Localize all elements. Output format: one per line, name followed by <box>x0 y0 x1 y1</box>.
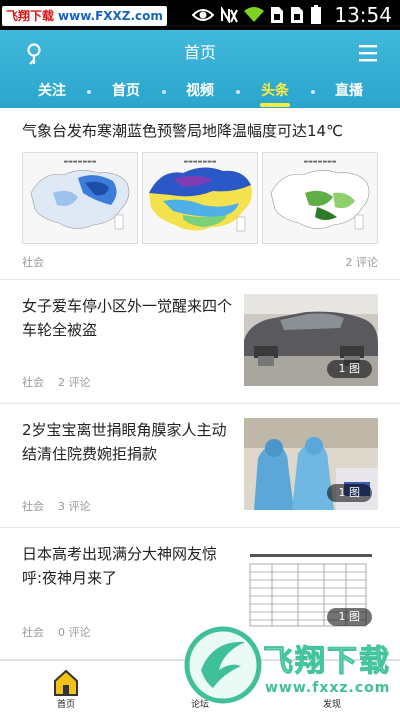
category-tabs: 关注 首页 视频 头条 直播 <box>0 80 400 106</box>
eye-icon <box>192 9 214 21</box>
comment-count: 3 评论 <box>58 500 91 513</box>
status-bar: 飞翔下载 www.FXXZ.com 13:54 <box>0 0 400 30</box>
tab-separator-dot <box>236 90 240 94</box>
weather-map-thumbnail: ▬▬▬▬▬▬▬ <box>142 152 258 244</box>
status-icons <box>192 5 322 25</box>
news-item[interactable]: 气象台发布寒潮蓝色预警局地降温幅度可达14℃ ▬▬▬▬▬▬▬ ▬▬▬▬▬▬▬ ▬… <box>0 108 400 280</box>
news-title: 女子爱车停小区外一觉醒来四个车轮全被盗 <box>22 297 233 339</box>
nav-home[interactable]: 首页 <box>36 665 96 711</box>
comment-count: 0 评论 <box>58 626 91 639</box>
news-item[interactable]: 女子爱车停小区外一觉醒来四个车轮全被盗 社会 2 评论 1 图 <box>0 280 400 404</box>
news-item[interactable]: 2岁宝宝离世捐眼角膜家人主动结清住院费婉拒捐款 社会 3 评论 1 图 <box>0 404 400 528</box>
news-thumbnails: ▬▬▬▬▬▬▬ ▬▬▬▬▬▬▬ ▬▬▬▬▬▬▬ <box>22 152 378 244</box>
tab-video[interactable]: 视频 <box>186 80 214 102</box>
svg-text:▬▬▬▬▬▬▬: ▬▬▬▬▬▬▬ <box>303 159 336 165</box>
watermark-logo-url: www.fxxz.com <box>265 680 391 696</box>
news-category: 社会 <box>22 500 44 513</box>
wifi-icon <box>244 7 264 22</box>
watermark-emblem-icon <box>184 626 262 704</box>
menu-icon[interactable] <box>358 42 378 64</box>
news-category: 社会 <box>22 376 44 389</box>
tab-separator-dot <box>162 90 166 94</box>
watermark-name: 飞翔下载 <box>6 9 55 23</box>
news-image: 1 图 <box>244 294 378 386</box>
news-title: 2岁宝宝离世捐眼角膜家人主动结清住院费婉拒捐款 <box>22 421 227 463</box>
image-count-badge: 1 图 <box>326 360 372 378</box>
watermark-logo: 飞翔下载 www.fxxz.com <box>183 622 397 710</box>
news-meta: 社会 <box>22 256 44 270</box>
page-title: 首页 <box>183 43 216 62</box>
sim-card-icon <box>271 7 283 23</box>
watermark-badge: 飞翔下载 www.FXXZ.com <box>2 6 167 26</box>
home-icon <box>54 669 78 696</box>
tab-home[interactable]: 首页 <box>112 80 140 102</box>
tab-follow[interactable]: 关注 <box>38 80 66 102</box>
tab-live[interactable]: 直播 <box>335 80 363 102</box>
status-time: 13:54 <box>334 3 392 27</box>
tab-headlines[interactable]: 头条 <box>261 80 289 102</box>
watermark-url: www.FXXZ.com <box>58 9 163 23</box>
news-title: 日本高考出现满分大神网友惊呼:夜神月来了 <box>22 545 218 587</box>
tab-separator-dot <box>311 90 315 94</box>
news-feed[interactable]: 气象台发布寒潮蓝色预警局地降温幅度可达14℃ ▬▬▬▬▬▬▬ ▬▬▬▬▬▬▬ ▬… <box>0 108 400 660</box>
news-meta: 社会 2 评论 <box>22 376 91 390</box>
watermark-logo-text: 飞翔下载 <box>263 644 391 680</box>
tab-separator-dot <box>87 90 91 94</box>
comment-count: 2 评论 <box>345 256 379 269</box>
comment-count: 2 评论 <box>58 376 91 389</box>
nav-home-label: 首页 <box>56 700 75 710</box>
active-tab-indicator <box>260 103 290 107</box>
news-image: 1 图 <box>244 418 378 510</box>
sim-card-2-icon <box>291 7 303 23</box>
no-signal-icon <box>221 7 238 23</box>
news-image: 1 图 <box>244 542 378 634</box>
app-header: 首页 关注 首页 视频 头条 直播 <box>0 30 400 108</box>
battery-icon <box>311 5 321 24</box>
weather-map-thumbnail: ▬▬▬▬▬▬▬ <box>262 152 378 244</box>
news-meta: 社会 0 评论 <box>22 626 91 640</box>
news-meta: 社会 3 评论 <box>22 500 91 514</box>
svg-text:▬▬▬▬▬▬▬: ▬▬▬▬▬▬▬ <box>63 159 96 165</box>
weather-map-thumbnail: ▬▬▬▬▬▬▬ <box>22 152 138 244</box>
news-title: 气象台发布寒潮蓝色预警局地降温幅度可达14℃ <box>22 122 343 140</box>
image-count-badge: 1 图 <box>326 484 372 502</box>
news-category: 社会 <box>22 626 44 639</box>
svg-text:▬▬▬▬▬▬▬: ▬▬▬▬▬▬▬ <box>183 159 216 165</box>
news-category: 社会 <box>22 256 44 269</box>
